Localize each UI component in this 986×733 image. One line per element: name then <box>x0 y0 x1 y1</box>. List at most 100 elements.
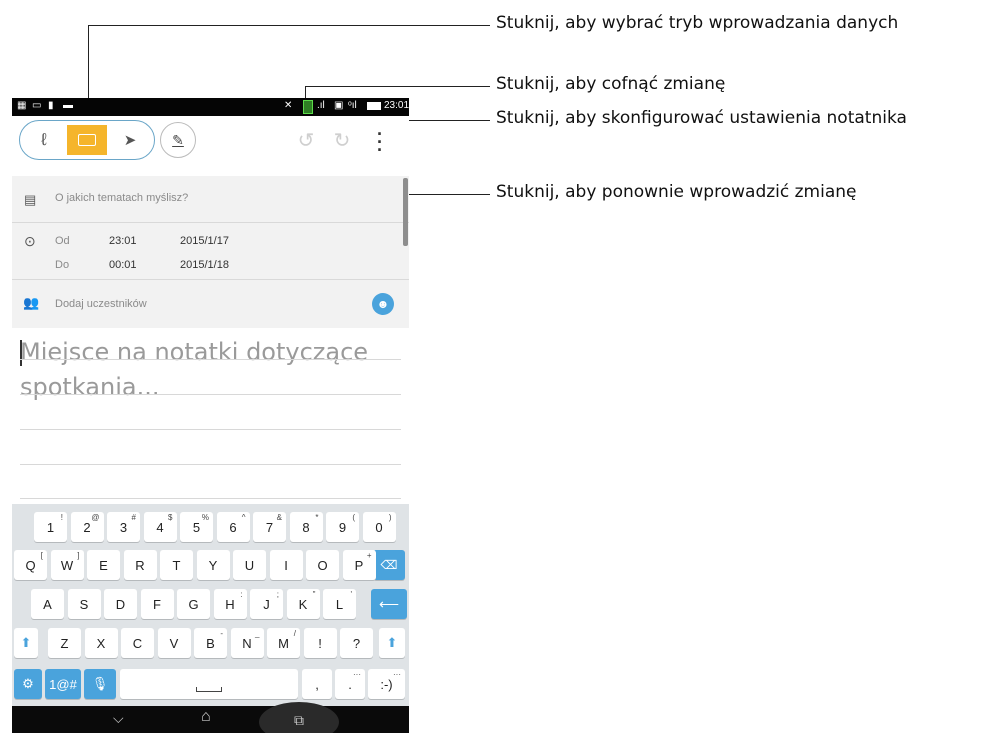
more-vert-icon: · · · <box>377 124 383 160</box>
period-key-label: . <box>348 676 352 692</box>
key-label: ? <box>352 635 361 651</box>
key-3[interactable]: 3 # <box>107 512 140 542</box>
time-row[interactable]: ⊙ Od 23:01 2015/1/17 Do 00:01 2015/1/18 <box>12 223 409 279</box>
key-4[interactable]: 4 $ <box>143 512 177 542</box>
key-secondary-label: * <box>315 513 319 522</box>
key-label: 9 <box>338 519 347 535</box>
key-5[interactable]: 5% <box>180 512 213 542</box>
more-options-button[interactable]: · · · <box>372 124 388 160</box>
key-label: 1 <box>46 519 55 535</box>
key-8[interactable]: 8 * <box>289 512 323 542</box>
key-i[interactable]: I <box>269 550 303 580</box>
key-a[interactable]: A <box>31 589 64 619</box>
key-n[interactable]: N _ <box>230 628 264 658</box>
participants-row[interactable]: 👥 Dodaj uczestników ☻ <box>12 280 409 328</box>
key-label: 5 <box>192 519 201 535</box>
add-contact-icon: ☻ <box>376 297 390 311</box>
back-button[interactable]: ⌵ <box>113 710 124 727</box>
backspace-key[interactable]: ⌫ <box>373 550 405 580</box>
handwriting-mode-button[interactable]: ℓ <box>24 125 64 155</box>
recent-apps-icon: ⧉ <box>294 712 304 728</box>
key-9[interactable]: 9( <box>326 512 359 542</box>
key-o[interactable]: O <box>306 550 339 580</box>
key-2[interactable]: 2 @ <box>70 512 104 542</box>
key-secondary-label: ' <box>350 590 352 599</box>
key-?[interactable]: ? <box>340 628 373 658</box>
key-label: G <box>188 596 199 612</box>
key-label: 7 <box>265 519 274 535</box>
recent-apps-button[interactable]: ⧉ <box>259 702 339 733</box>
key-l[interactable]: L ' <box>323 589 356 619</box>
key-label: R <box>135 557 145 573</box>
keyboard-mode-button[interactable] <box>67 125 107 155</box>
format-text-button[interactable]: ✎ <box>160 122 196 158</box>
key-u[interactable]: U <box>233 550 266 580</box>
ruled-line <box>20 394 401 395</box>
scrollbar[interactable] <box>403 178 408 246</box>
key-d[interactable]: D <box>104 589 137 619</box>
key-w[interactable]: W] <box>50 550 84 580</box>
key-label: 2 <box>83 519 91 535</box>
people-icon: 👥 <box>23 295 40 310</box>
draw-mode-button[interactable]: ➤ <box>110 125 150 155</box>
key-f[interactable]: F <box>140 589 174 619</box>
from-time[interactable]: 23:01 <box>109 235 137 247</box>
key-secondary-label: _ <box>255 629 260 638</box>
notes-area[interactable]: Miejsce na notatki dotyczące spotkania..… <box>12 328 409 504</box>
shift-key-left[interactable]: ⬆ <box>14 628 38 658</box>
key-r[interactable]: R <box>123 550 157 580</box>
key-m[interactable]: M / <box>267 628 300 658</box>
symbols-key[interactable]: 1@# <box>45 669 81 699</box>
redo-button[interactable]: ↻ <box>331 130 353 152</box>
space-key[interactable] <box>120 669 298 699</box>
status-time: 23:01 <box>384 100 409 111</box>
key-k[interactable]: K " <box>286 589 320 619</box>
key-p[interactable]: P + <box>342 550 376 580</box>
home-button[interactable]: ⌂ <box>201 708 211 726</box>
key-![interactable]: ! <box>303 628 337 658</box>
from-date[interactable]: 2015/1/17 <box>180 235 229 247</box>
key-6[interactable]: 6 ^ <box>216 512 250 542</box>
undo-button[interactable]: ↺ <box>295 130 317 152</box>
key-0[interactable]: 0) <box>362 512 396 542</box>
key-t[interactable]: T <box>160 550 193 580</box>
shift-icon: ⬆ <box>20 635 32 650</box>
enter-key[interactable]: ⟵ <box>371 589 407 619</box>
highlighter-icon: ✎ <box>172 131 184 148</box>
emoticon-key[interactable]: :-) ··· <box>368 669 405 699</box>
callout-redo: Stuknij, aby ponownie wprowadzić zmianę <box>496 182 857 202</box>
key-z[interactable]: Z <box>48 628 81 658</box>
to-date[interactable]: 2015/1/18 <box>180 259 229 271</box>
voice-input-key[interactable]: 🎙 <box>84 669 116 699</box>
key-h[interactable]: H: <box>213 589 247 619</box>
gear-icon: ⚙ <box>22 676 34 691</box>
notes-placeholder-line1: Miejsce na notatki dotyczące <box>20 338 369 366</box>
wifi-icon: ᵒıl <box>348 100 357 111</box>
subject-row[interactable]: ▤ O jakich tematach myślisz? <box>12 176 409 222</box>
key-b[interactable]: B- <box>194 628 227 658</box>
key-7[interactable]: 7 & <box>253 512 286 542</box>
period-key[interactable]: . ··· <box>335 669 365 699</box>
key-y[interactable]: Y <box>196 550 230 580</box>
soft-keyboard: ⌫ ⟵ ⬆ ⬆ ⚙ 1@# 🎙 , . ··· :-) ··· 1! 2 @3 #4 $5%… <box>12 504 409 706</box>
key-q[interactable]: Q[ <box>14 550 47 580</box>
key-g[interactable]: G <box>177 589 210 619</box>
key-1[interactable]: 1! <box>34 512 67 542</box>
key-secondary-label: [ <box>40 551 43 560</box>
comma-key[interactable]: , <box>302 669 332 699</box>
key-label: L <box>335 596 344 612</box>
key-c[interactable]: C <box>121 628 154 658</box>
key-j[interactable]: J; <box>250 589 283 619</box>
signal-icon: .ıl <box>317 100 325 111</box>
to-time[interactable]: 00:01 <box>109 259 137 271</box>
participants-placeholder: Dodaj uczestników <box>55 298 147 310</box>
shift-key-right[interactable]: ⬆ <box>379 628 405 658</box>
key-v[interactable]: V <box>157 628 191 658</box>
key-s[interactable]: S <box>67 589 101 619</box>
key-x[interactable]: X <box>84 628 118 658</box>
key-label: N <box>242 635 252 651</box>
key-e[interactable]: E <box>87 550 120 580</box>
add-participant-button[interactable]: ☻ <box>372 293 394 315</box>
keyboard-settings-key[interactable]: ⚙ <box>14 669 42 699</box>
clock-icon: ⊙ <box>24 233 36 249</box>
